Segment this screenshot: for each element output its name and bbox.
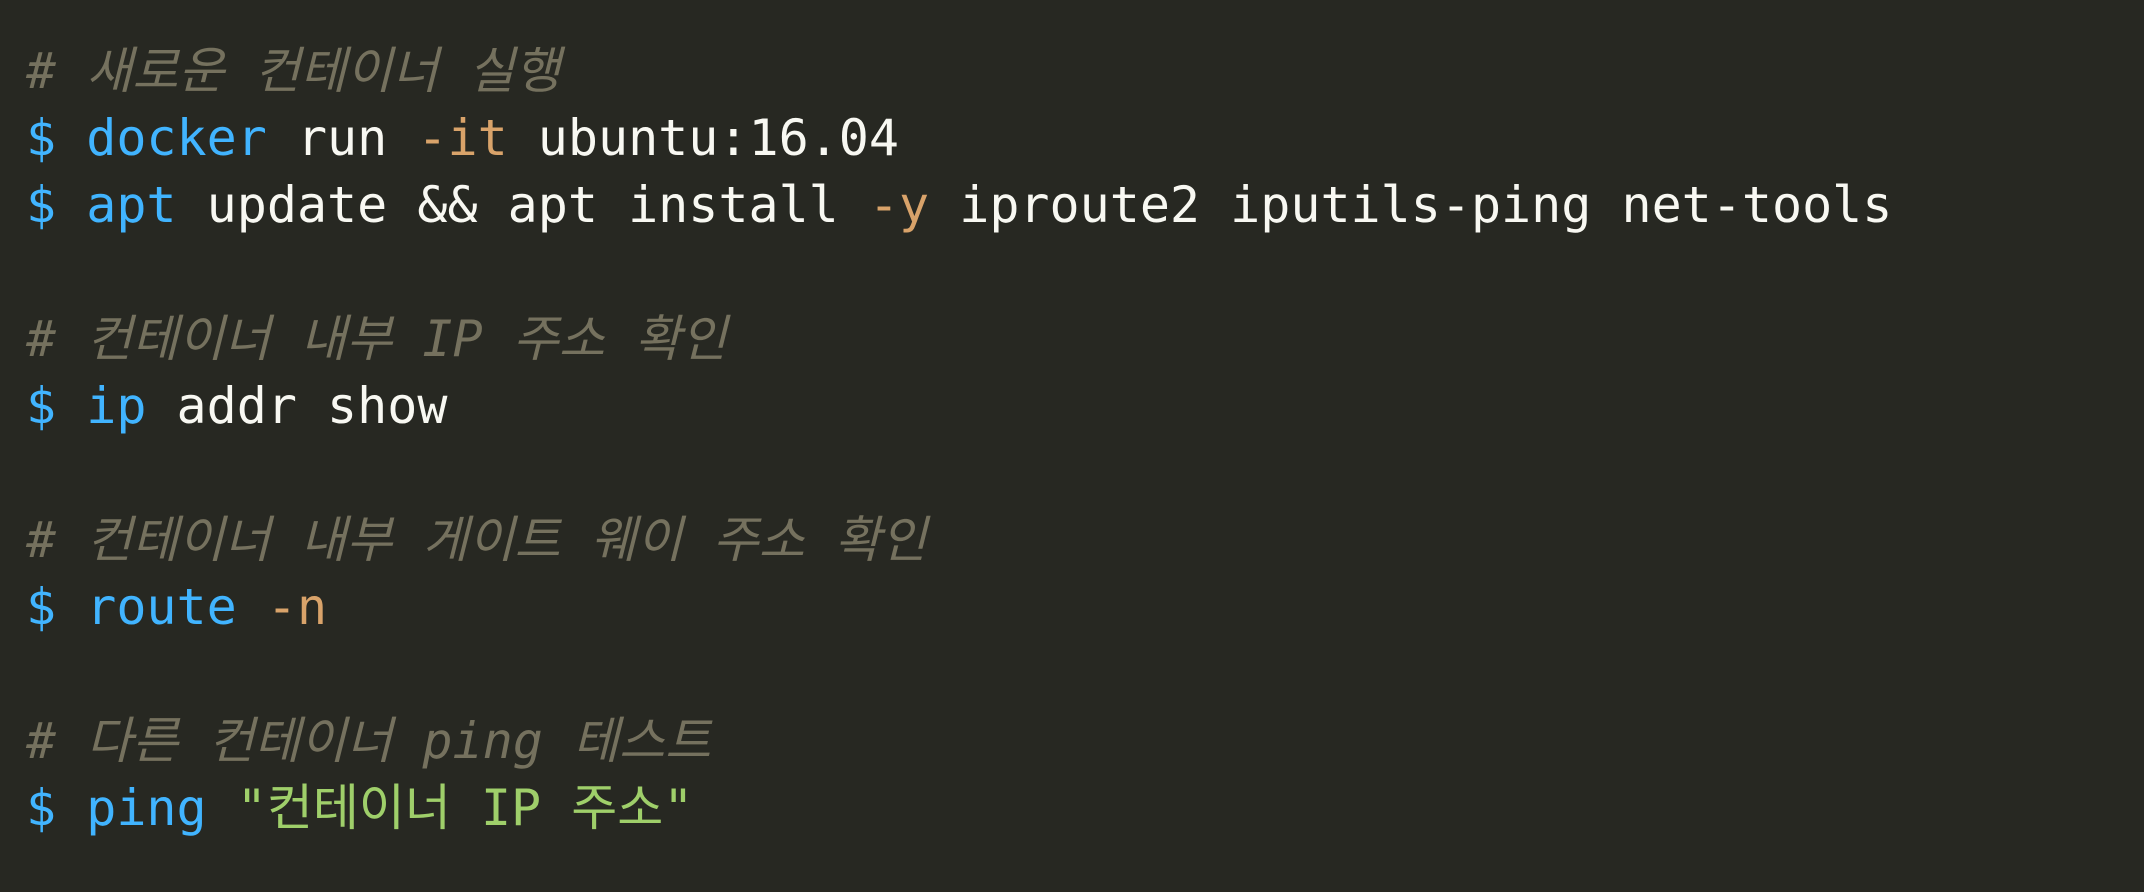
- command-name: ping: [86, 779, 207, 837]
- command-args: ubuntu:16.04: [507, 109, 900, 167]
- command-name: route: [86, 578, 237, 636]
- prompt-symbol: $: [26, 176, 57, 234]
- command-line: $ ping "컨테이너 IP 주소": [26, 775, 2144, 842]
- comment-line: # 새로운 컨테이너 실행: [26, 38, 2144, 105]
- command-args: update && apt install: [176, 176, 869, 234]
- command-args: run: [266, 109, 418, 167]
- prompt-symbol: $: [26, 578, 57, 636]
- comment-text: # 컨테이너 내부 게이트 웨이 주소 확인: [26, 511, 927, 569]
- comment-line: # 컨테이너 내부 IP 주소 확인: [26, 306, 2144, 373]
- command-name: docker: [86, 109, 267, 167]
- command-args: addr show: [146, 377, 448, 435]
- command-flag: -y: [868, 176, 930, 234]
- comment-line: # 다른 컨테이너 ping 테스트: [26, 708, 2144, 775]
- command-name: ip: [86, 377, 147, 435]
- comment-text: # 다른 컨테이너 ping 테스트: [26, 712, 711, 770]
- prompt-symbol: $: [26, 109, 57, 167]
- command-line: $ docker run -it ubuntu:16.04: [26, 105, 2144, 172]
- prompt-symbol: $: [26, 377, 57, 435]
- command-flag: -n: [266, 578, 328, 636]
- command-flag: -it: [417, 109, 508, 167]
- command-name: apt: [86, 176, 177, 234]
- command-line: $ apt update && apt install -y iproute2 …: [26, 172, 2144, 239]
- command-args: iproute2 iputils-ping net-tools: [929, 176, 1893, 234]
- comment-line: # 컨테이너 내부 게이트 웨이 주소 확인: [26, 507, 2144, 574]
- string-literal: "컨테이너 IP 주소": [236, 779, 694, 837]
- code-block: # 새로운 컨테이너 실행 $ docker run -it ubuntu:16…: [0, 0, 2144, 892]
- comment-text: # 새로운 컨테이너 실행: [26, 42, 561, 100]
- comment-text: # 컨테이너 내부 IP 주소 확인: [26, 310, 727, 368]
- command-line: $ ip addr show: [26, 373, 2144, 440]
- command-line: $ route -n: [26, 574, 2144, 641]
- prompt-symbol: $: [26, 779, 57, 837]
